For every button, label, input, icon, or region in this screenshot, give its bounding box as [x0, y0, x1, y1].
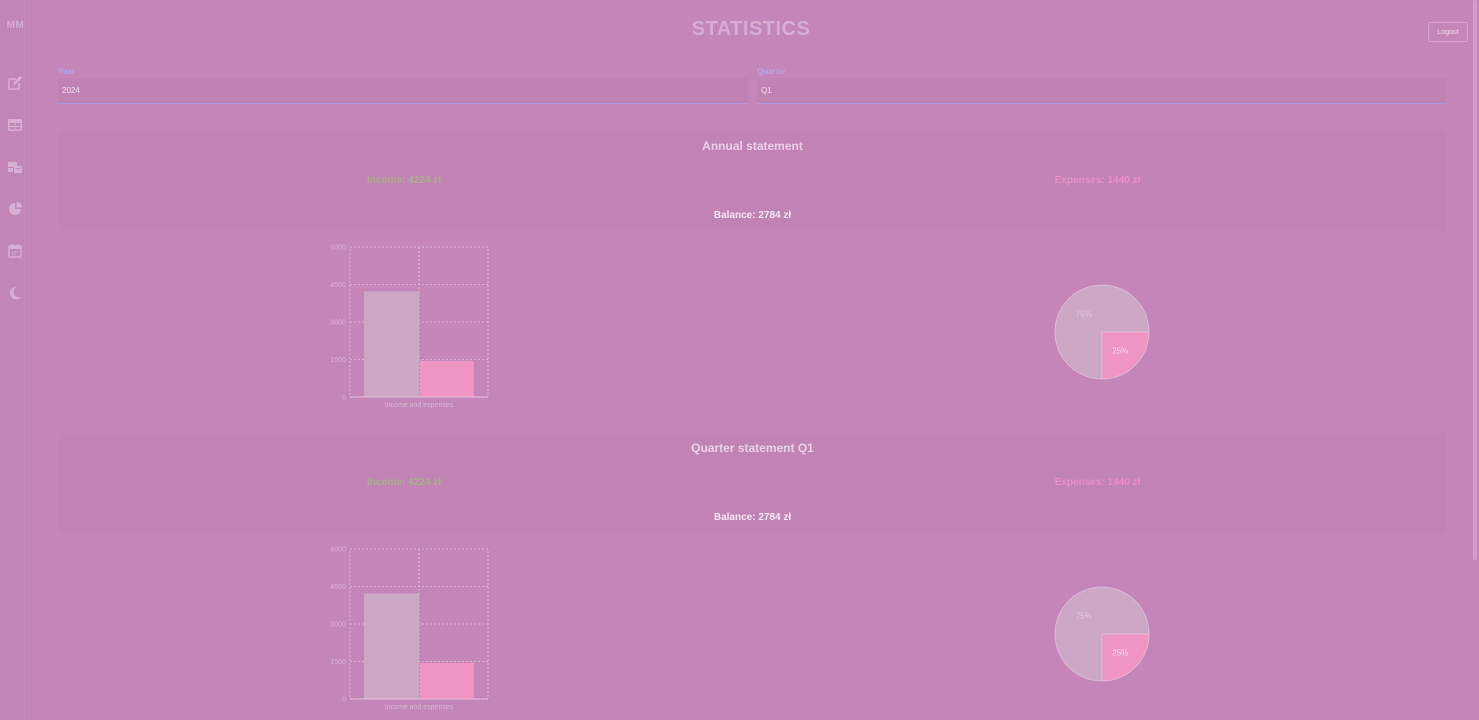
edit-icon[interactable] [7, 75, 23, 91]
sidebar: MM [0, 0, 32, 720]
quarter-label: Quarter [757, 67, 786, 76]
y-tick-label: 4500 [330, 282, 346, 289]
y-tick-label: 1500 [330, 659, 346, 666]
year-field: Year [58, 66, 748, 106]
quarter-field: Quarter [757, 66, 1446, 106]
quarter-expenses: Expenses: 1440 zł [1054, 477, 1141, 488]
annual-pie-chart: 75% 25% [1054, 284, 1150, 380]
year-label: Year [58, 67, 75, 76]
expenses-bar [420, 361, 474, 397]
scrollbar[interactable] [1473, 0, 1477, 560]
quarter-income: Income: 4224 zł [367, 477, 441, 488]
annual-bar-chart: 0 1500 3000 4500 6000 Income and expenses [330, 245, 489, 409]
annual-statement: Annual statement Income: 4224 zł Expense… [59, 131, 1446, 231]
table-icon[interactable] [7, 117, 23, 133]
app-logo[interactable]: MM [0, 20, 31, 31]
pie-chart-icon[interactable] [7, 201, 23, 217]
y-tick-label: 0 [342, 395, 346, 402]
transactions-icon[interactable] [7, 159, 23, 175]
quarter-balance: Balance: 2784 zł [713, 512, 792, 523]
expenses-slice-label: 25% [1112, 648, 1128, 657]
annual-balance: Balance: 2784 zł [713, 210, 792, 221]
main-content: STATISTICS Logout Year Quarter Annual st… [31, 0, 1471, 720]
y-tick-label: 0 [342, 697, 346, 704]
income-slice-label: 75% [1076, 612, 1092, 621]
y-tick-label: 6000 [330, 547, 346, 554]
annual-expenses: Expenses: 1440 zł [1054, 175, 1141, 186]
logout-button[interactable]: Logout [1428, 22, 1468, 42]
quarter-pie-chart: 75% 25% [1054, 586, 1150, 682]
y-tick-label: 3000 [330, 622, 346, 629]
year-input[interactable] [58, 78, 748, 104]
y-tick-label: 4500 [330, 584, 346, 591]
page-title: STATISTICS [691, 18, 811, 40]
moon-icon[interactable] [7, 285, 23, 301]
x-axis-label: Income and expenses [385, 402, 454, 409]
calendar-icon[interactable] [7, 243, 23, 259]
income-bar [364, 593, 419, 699]
quarter-statement: Quarter statement Q1 Income: 4224 zł Exp… [59, 433, 1446, 533]
expenses-slice [1101, 633, 1150, 682]
income-bar [364, 291, 419, 397]
expenses-slice [1101, 331, 1150, 380]
annual-statement-title: Annual statement [702, 139, 803, 153]
quarter-statement-title: Quarter statement Q1 [691, 441, 814, 455]
y-tick-label: 6000 [330, 245, 346, 252]
quarter-input[interactable] [757, 78, 1446, 104]
expenses-slice-label: 25% [1112, 346, 1128, 355]
quarter-bar-chart: 0 1500 3000 4500 6000 Income and expenses [330, 547, 489, 711]
expenses-bar [420, 663, 474, 699]
annual-income: Income: 4224 zł [367, 175, 441, 186]
y-tick-label: 1500 [330, 357, 346, 364]
y-tick-label: 3000 [330, 320, 346, 327]
income-slice-label: 75% [1076, 310, 1092, 319]
x-axis-label: Income and expenses [385, 704, 454, 711]
